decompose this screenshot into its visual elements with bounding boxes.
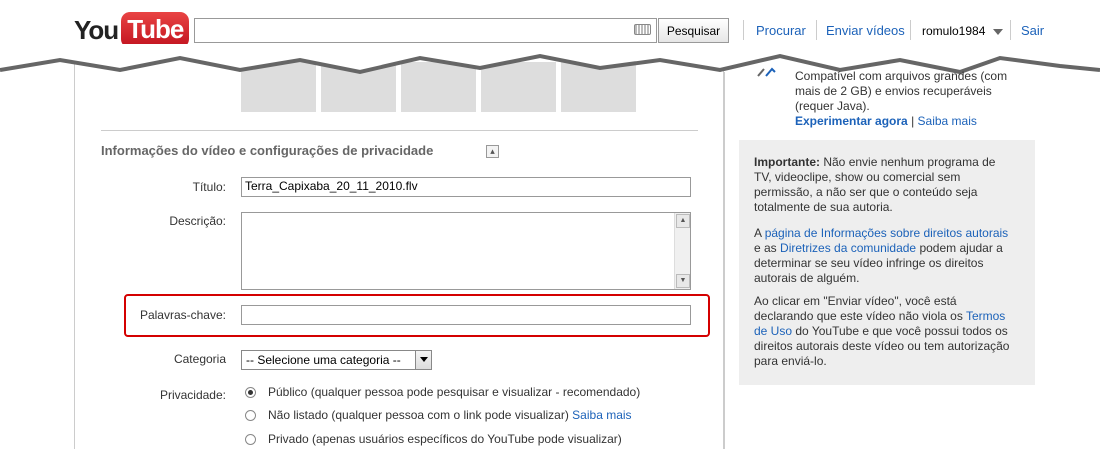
logo-tube: Tube <box>121 12 190 48</box>
privacy-unlisted-label[interactable]: Não listado (qualquer pessoa com o link … <box>268 408 569 422</box>
chevron-down-icon[interactable] <box>415 351 431 369</box>
logo-you: You <box>74 14 119 45</box>
keywords-field[interactable] <box>241 305 691 325</box>
privacy-unlisted-option[interactable]: Não listado (qualquer pessoa com o link … <box>268 408 632 422</box>
chevron-down-icon[interactable] <box>993 29 1003 35</box>
section-title: Informações do vídeo e configurações de … <box>101 143 434 158</box>
upload-arrow-icon <box>757 67 776 77</box>
search-button[interactable]: Pesquisar <box>658 18 729 43</box>
description-field[interactable]: ▲ ▼ <box>241 212 691 290</box>
browse-link[interactable]: Procurar <box>756 23 806 38</box>
privacy-unlisted-radio[interactable] <box>245 410 256 421</box>
nav-separator <box>1010 20 1011 40</box>
username-menu[interactable]: romulo1984 <box>922 24 985 38</box>
upload-link[interactable]: Enviar vídeos <box>826 23 905 38</box>
learn-more-link[interactable]: Saiba mais <box>572 408 631 422</box>
privacy-public-label[interactable]: Público (qualquer pessoa pode pesquisar … <box>268 385 640 399</box>
category-label: Categoria <box>173 352 226 366</box>
privacy-private-radio[interactable] <box>245 434 256 445</box>
nav-separator <box>743 20 744 40</box>
column-border <box>724 72 725 449</box>
terms-of-use-link[interactable]: Termos <box>966 309 1005 323</box>
privacy-private-label[interactable]: Privado (apenas usuários específicos do … <box>268 432 622 446</box>
learn-more-link[interactable]: Saiba mais <box>918 114 977 128</box>
section-divider <box>101 130 698 131</box>
keywords-label: Palavras-chave: <box>139 308 226 322</box>
scroll-down-icon[interactable]: ▼ <box>676 274 690 288</box>
terms-of-use-link[interactable]: de Uso <box>754 324 792 338</box>
try-now-link[interactable]: Experimentar agora <box>795 114 908 128</box>
title-label: Título: <box>192 180 226 194</box>
signout-link[interactable]: Sair <box>1021 23 1044 38</box>
advanced-uploader-info: Compatível com arquivos grandes (com mai… <box>795 69 1008 128</box>
search-input[interactable] <box>194 18 657 43</box>
title-field[interactable]: Terra_Capixaba_20_11_2010.flv <box>241 177 691 197</box>
scroll-up-icon[interactable]: ▲ <box>676 214 690 228</box>
nav-separator <box>816 20 817 40</box>
collapse-icon[interactable]: ▴ <box>486 145 499 158</box>
privacy-label: Privacidade: <box>159 388 226 402</box>
copyright-info-link[interactable]: página de Informações sobre direitos aut… <box>765 226 1008 240</box>
nav-separator <box>910 20 911 40</box>
virtual-keyboard-icon[interactable] <box>634 24 651 35</box>
description-label: Descrição: <box>169 214 226 228</box>
description-scrollbar[interactable]: ▲ ▼ <box>674 213 690 289</box>
important-text: Importante: Não envie nenhum programa de… <box>754 155 996 214</box>
community-guidelines-link[interactable]: Diretrizes da comunidade <box>780 241 916 255</box>
terms-agreement-text: Ao clicar em "Enviar vídeo", você está d… <box>754 294 1010 368</box>
column-border <box>74 72 75 449</box>
copyright-help-text: A página de Informações sobre direitos a… <box>754 226 1009 285</box>
privacy-public-radio[interactable] <box>245 387 256 398</box>
category-select[interactable]: -- Selecione uma categoria -- <box>241 350 432 370</box>
